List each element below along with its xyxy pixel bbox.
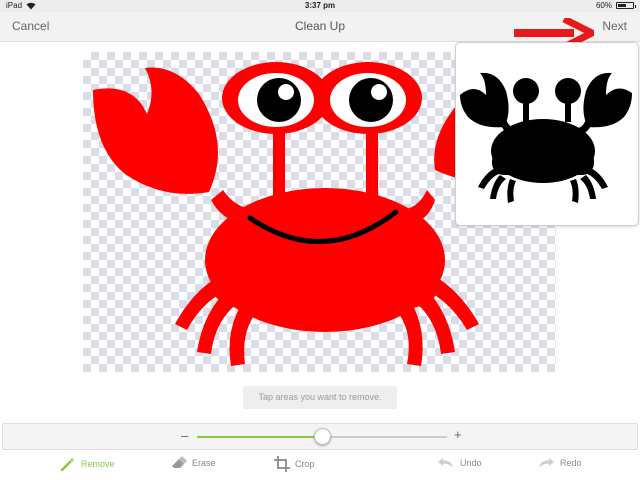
slider-track[interactable] xyxy=(197,428,447,445)
undo-button[interactable]: Undo xyxy=(437,456,482,470)
instruction-hint: Tap areas you want to remove. xyxy=(243,386,397,409)
bottom-toolbar: Remove Erase Crop Undo Redo xyxy=(0,450,640,480)
tolerance-slider-bar: – + xyxy=(2,423,638,450)
preview-panel xyxy=(455,42,639,226)
erase-tool-button[interactable]: Erase xyxy=(171,456,216,470)
next-button[interactable]: Next xyxy=(602,19,627,33)
slider-thumb[interactable] xyxy=(314,428,331,445)
redo-button[interactable]: Redo xyxy=(537,456,582,470)
battery-percent: 60% xyxy=(595,1,612,10)
redo-icon xyxy=(539,458,554,468)
status-time: 3:37 pm xyxy=(304,1,336,10)
redo-label: Redo xyxy=(560,458,582,468)
undo-label: Undo xyxy=(460,458,482,468)
crop-label: Crop xyxy=(295,459,315,469)
battery-icon xyxy=(616,2,636,9)
crop-icon xyxy=(274,456,290,472)
eraser-icon xyxy=(172,456,187,468)
erase-label: Erase xyxy=(192,458,216,468)
status-right: 60% xyxy=(595,1,636,10)
clean-up-screen: iPad 3:37 pm 60% Cancel Clean Up Next Ta… xyxy=(0,0,640,480)
slider-fill xyxy=(197,436,322,438)
magic-wand-icon xyxy=(60,457,75,472)
increase-button[interactable]: + xyxy=(454,427,462,442)
remove-label: Remove xyxy=(81,459,115,469)
decrease-button[interactable]: – xyxy=(181,428,188,443)
undo-icon xyxy=(438,458,453,468)
remove-tool-button[interactable]: Remove xyxy=(60,456,115,472)
crab-silhouette-image xyxy=(460,72,632,203)
crop-tool-button[interactable]: Crop xyxy=(274,456,315,472)
status-bar: iPad 3:37 pm 60% xyxy=(0,0,640,12)
battery-fill xyxy=(618,4,626,7)
